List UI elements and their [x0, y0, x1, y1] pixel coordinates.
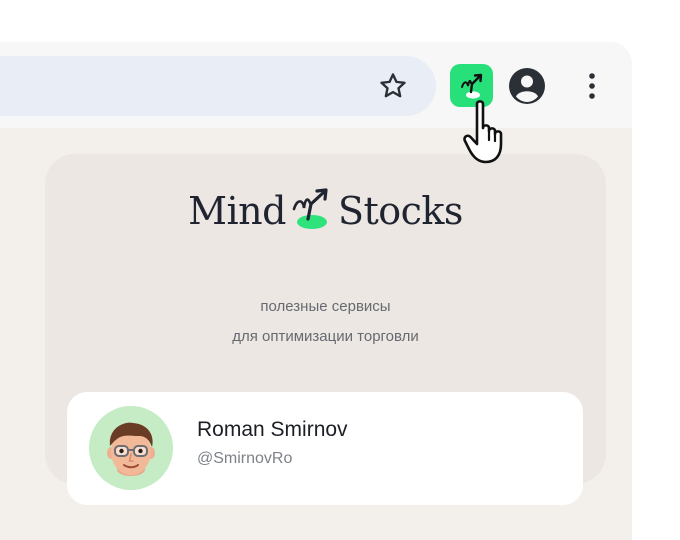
logo-text-stocks: Stocks — [337, 189, 464, 233]
mindstocks-extension-icon — [460, 73, 482, 99]
three-dots-vertical-icon — [589, 73, 595, 99]
mindstocks-extension-button[interactable] — [450, 64, 493, 107]
bookmark-star-button[interactable] — [374, 68, 412, 104]
browser-menu-button[interactable] — [580, 66, 604, 106]
tagline-line-1: полезные сервисы — [260, 298, 391, 315]
mindstocks-logo: Mind Stocks — [45, 180, 606, 242]
avatar — [89, 406, 173, 490]
tagline-line-2: для оптимизации торговли — [232, 328, 419, 345]
browser-window: Mind Stocks полезные сервисы для оптимиз… — [0, 42, 632, 540]
address-bar[interactable] — [0, 56, 436, 116]
browser-toolbar — [0, 42, 632, 128]
profile-button[interactable] — [508, 67, 546, 105]
logo-text-mind: Mind — [188, 189, 286, 233]
logo-mark-icon — [292, 188, 328, 229]
user-handle: @SmirnovRo — [197, 450, 293, 467]
extension-popup-panel: Mind Stocks полезные сервисы для оптимиз… — [45, 154, 606, 505]
account-circle-icon — [509, 68, 545, 104]
star-outline-icon — [380, 73, 406, 98]
memoji-avatar-icon — [89, 406, 173, 490]
user-name: Roman Smirnov — [197, 418, 348, 441]
user-card[interactable]: Roman Smirnov @SmirnovRo — [67, 392, 583, 505]
